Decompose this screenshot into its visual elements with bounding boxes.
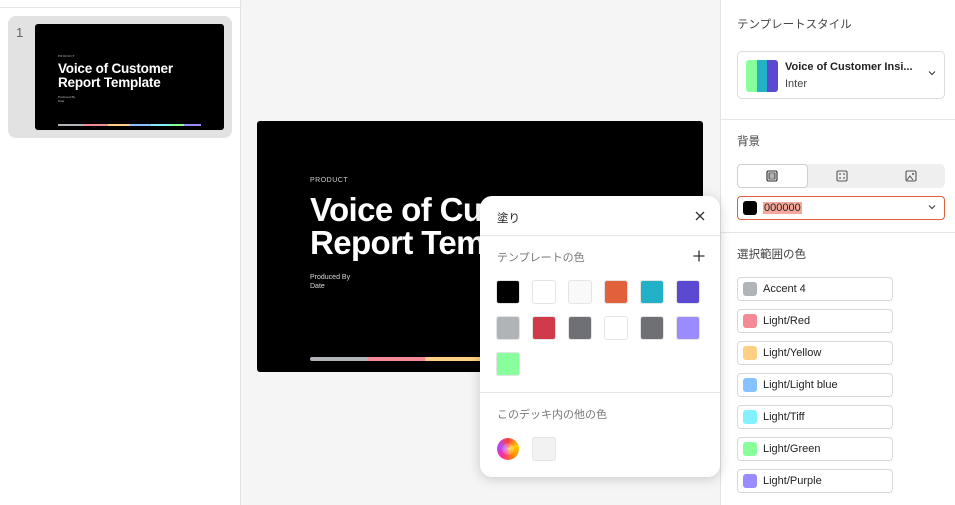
style-name: Voice of Customer Insi... <box>785 61 913 73</box>
color-label: Light/Red <box>763 315 811 327</box>
chevron-down-icon <box>928 205 936 210</box>
selection-color-row[interactable]: Light/Tiff <box>737 405 893 429</box>
popover-title: 塗り <box>497 213 520 225</box>
style-swatch-purple <box>767 60 778 92</box>
background-type-tabs <box>737 164 945 188</box>
color-swatch[interactable] <box>743 442 757 456</box>
template-color-chip[interactable] <box>496 280 520 304</box>
thumb-color-bar <box>58 124 201 126</box>
background-label: 背景 <box>737 136 760 148</box>
thumb-title-line2: Report Template <box>58 75 161 90</box>
color-label: Light/Light blue <box>763 379 838 391</box>
template-color-chip[interactable] <box>496 352 520 376</box>
background-color-value[interactable]: 000000 <box>763 202 802 214</box>
selection-color-row[interactable]: Light/Red <box>737 309 893 333</box>
style-swatch-green <box>746 60 757 92</box>
properties-panel: テンプレートスタイル Voice of Customer Insi... Int… <box>720 0 955 505</box>
style-swatch <box>746 60 778 92</box>
slide-thumbnail[interactable]: PRODUCT Voice of Customer Report Templat… <box>35 24 224 130</box>
template-style-dropdown[interactable]: Voice of Customer Insi... Inter <box>737 51 945 99</box>
thumb-byline: Produced By Date <box>58 95 75 103</box>
color-label: Accent 4 <box>763 283 806 295</box>
selection-color-row[interactable]: Light/Yellow <box>737 341 893 365</box>
color-swatch[interactable] <box>743 410 757 424</box>
solid-fill-icon <box>766 170 778 182</box>
slide-number: 1 <box>16 25 24 40</box>
close-icon[interactable] <box>693 209 707 223</box>
template-color-chip[interactable] <box>568 280 592 304</box>
other-color-chip[interactable] <box>532 437 556 461</box>
color-swatch[interactable] <box>743 474 757 488</box>
popover-divider <box>480 235 720 236</box>
chevron-down-icon <box>928 71 936 76</box>
fill-popover: 塗り テンプレートの色 このデッキ内の他の色 <box>480 196 720 477</box>
tab-image[interactable] <box>876 164 945 188</box>
template-color-chip[interactable] <box>568 316 592 340</box>
template-style-label: テンプレートスタイル <box>737 19 852 31</box>
thumb-title-line1: Voice of Customer <box>58 61 173 76</box>
selection-color-row[interactable]: Light/Green <box>737 437 893 461</box>
popover-divider <box>480 392 720 393</box>
template-colors-label: テンプレートの色 <box>497 252 585 264</box>
template-color-chip[interactable] <box>640 280 664 304</box>
section-divider <box>721 232 955 233</box>
slide-title-line1: Voice of Cu <box>310 191 483 228</box>
color-label: Light/Purple <box>763 475 822 487</box>
add-icon[interactable] <box>692 249 706 263</box>
color-label: Light/Green <box>763 443 821 455</box>
slide-byline[interactable]: Produced By Date <box>310 273 350 291</box>
template-color-chip[interactable] <box>676 280 700 304</box>
color-swatch[interactable] <box>743 314 757 328</box>
other-colors-label: このデッキ内の他の色 <box>497 409 607 421</box>
color-swatch[interactable] <box>743 346 757 360</box>
selection-color-row[interactable]: Light/Purple <box>737 469 893 493</box>
color-picker-icon[interactable] <box>497 438 519 460</box>
template-color-chip[interactable] <box>532 316 556 340</box>
template-color-chip[interactable] <box>640 316 664 340</box>
image-icon <box>905 170 917 182</box>
color-swatch[interactable] <box>743 282 757 296</box>
style-font: Inter <box>785 78 808 90</box>
thumb-date: Date <box>58 99 65 103</box>
panel-divider <box>0 7 241 8</box>
slide-title-line2: Report Tem <box>310 224 486 261</box>
background-color-input[interactable]: 000000 <box>737 196 945 220</box>
background-color-swatch[interactable] <box>743 201 757 215</box>
section-divider <box>721 119 955 120</box>
selection-color-row[interactable]: Accent 4 <box>737 277 893 301</box>
slide-date: Date <box>310 283 325 290</box>
template-color-chip[interactable] <box>496 316 520 340</box>
thumb-title: Voice of Customer Report Template <box>58 62 173 90</box>
selection-color-row[interactable]: Light/Light blue <box>737 373 893 397</box>
template-color-chip[interactable] <box>676 316 700 340</box>
tab-pattern[interactable] <box>808 164 877 188</box>
slide-produced-by: Produced By <box>310 274 351 281</box>
color-label: Light/Yellow <box>763 347 822 359</box>
slide-title[interactable]: Voice of Cu Report Tem <box>310 191 486 261</box>
thumb-product-label: PRODUCT <box>58 54 75 58</box>
slide-product-label[interactable]: PRODUCT <box>310 177 348 184</box>
template-color-chip[interactable] <box>604 280 628 304</box>
slide-thumbnail-item[interactable]: 1 PRODUCT Voice of Customer Report Templ… <box>8 16 232 138</box>
template-color-chip[interactable] <box>604 316 628 340</box>
color-label: Light/Tiff <box>763 411 805 423</box>
slide-thumbnails-panel: 1 PRODUCT Voice of Customer Report Templ… <box>0 0 241 505</box>
pattern-icon <box>836 170 848 182</box>
template-color-chip[interactable] <box>532 280 556 304</box>
color-swatch[interactable] <box>743 378 757 392</box>
style-swatch-teal <box>756 60 768 92</box>
selection-colors-label: 選択範囲の色 <box>737 249 806 261</box>
tab-solid-fill[interactable] <box>737 164 808 188</box>
